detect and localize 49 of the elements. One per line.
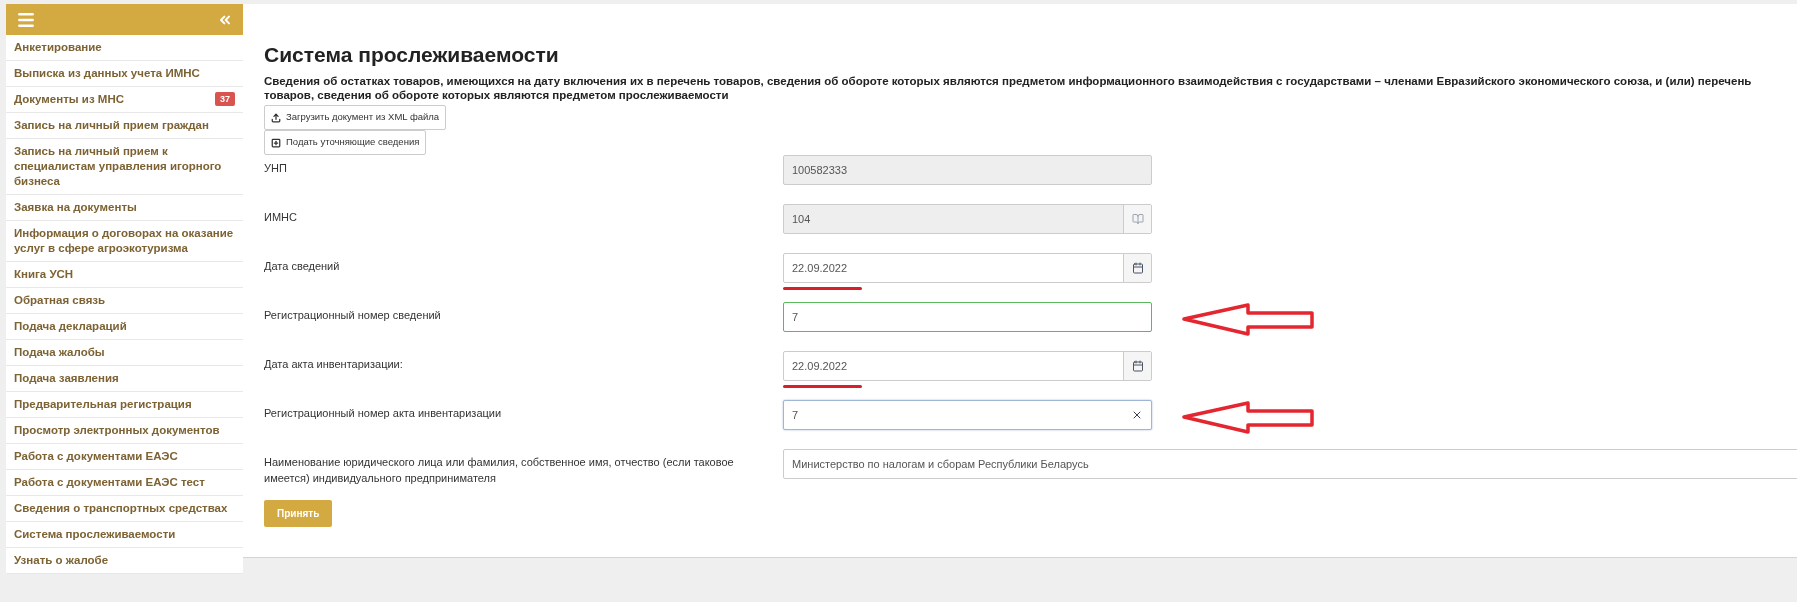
action-button[interactable]: Загрузить документ из XML файла: [264, 105, 447, 130]
sidebar-item[interactable]: Документы из МНС 37: [6, 87, 243, 113]
input-field[interactable]: Министерство по налогам и сборам Республики Беларусь: [783, 449, 1797, 479]
sidebar-item[interactable]: Выписка из данных учета ИМНС: [6, 61, 243, 87]
input-field[interactable]: 7: [783, 302, 1152, 332]
input-field[interactable]: 22.09.2022: [783, 253, 1152, 283]
field-label: Наименование юридического лица или фамилия, собственное имя, отчество (если таковое имеется) индивидуального предпринимателя: [264, 455, 735, 486]
book-icon: [1131, 213, 1144, 225]
field-label: Регистрационный номер акта инвентаризации: [264, 406, 503, 421]
sidebar-item[interactable]: Запись на личный прием к специалистам управления игорного бизнеса: [6, 139, 243, 195]
sidebar-item[interactable]: Подача деклараций: [6, 314, 243, 340]
sidebar-item[interactable]: Предварительная регистрация: [6, 392, 243, 418]
input-field[interactable]: 22.09.2022: [783, 351, 1152, 381]
count-badge: 37: [215, 92, 235, 106]
sidebar-item[interactable]: Книга УСН: [6, 262, 243, 288]
calendar-icon[interactable]: [1131, 360, 1144, 372]
sidebar-item[interactable]: Работа с документами ЕАЭС тест: [6, 470, 243, 496]
field-value: 100582333: [791, 162, 849, 178]
field-value: 104: [791, 211, 812, 227]
page-subtitle: Сведения об остатках товаров, имеющихся на дату включения их в перечень товаров, сведения об обороте которых являются предметом информационного взаимодействия с государствами – членами Евразийского экономического союза, и (или) перечень товаров, сведения об обороте которых являются предметом прослеживаемости: [264, 74, 1753, 102]
upload-icon: [271, 112, 281, 123]
sidebar-item[interactable]: Узнать о жалобе: [6, 548, 243, 574]
sidebar-item[interactable]: Заявка на документы: [6, 195, 243, 221]
sidebar-item[interactable]: Анкетирование: [6, 35, 243, 61]
clear-icon[interactable]: [1131, 409, 1143, 421]
sidebar-item[interactable]: Информация о договорах на оказание услуг в сфере агроэкотуризма: [6, 221, 243, 262]
field-label: УНП: [264, 161, 288, 176]
input-field[interactable]: 7: [783, 400, 1152, 430]
sidebar-item[interactable]: Просмотр электронных документов: [6, 418, 243, 444]
field-value: 7: [791, 407, 800, 423]
sidebar-item[interactable]: Работа с документами ЕАЭС: [6, 444, 243, 470]
field-value: Министерство по налогам и сборам Республики Беларусь: [791, 456, 1090, 472]
field-label: ИМНС: [264, 210, 298, 225]
sidebar-item[interactable]: Подача жалобы: [6, 340, 243, 366]
field-value: 7: [791, 309, 800, 325]
sidebar-item[interactable]: Обратная связь: [6, 288, 243, 314]
calendar-icon[interactable]: [1131, 262, 1144, 274]
action-button[interactable]: Подать уточняющие сведения: [264, 130, 427, 155]
sidebar-item[interactable]: Сведения о транспортных средствах: [6, 496, 243, 522]
plus-icon: [271, 137, 281, 148]
field-label: Дата акта инвентаризации:: [264, 357, 404, 372]
field-value: 22.09.2022: [791, 260, 849, 276]
field-label: Регистрационный номер сведений: [264, 308, 442, 323]
field-value: 22.09.2022: [791, 358, 849, 374]
page-title: Система прослеживаемости: [264, 42, 560, 68]
sidebar-item[interactable]: Подача заявления: [6, 366, 243, 392]
sidebar-item[interactable]: Запись на личный прием граждан: [6, 113, 243, 139]
field-label: Дата сведений: [264, 259, 341, 274]
sidebar-item[interactable]: Система прослеживаемости: [6, 522, 243, 548]
